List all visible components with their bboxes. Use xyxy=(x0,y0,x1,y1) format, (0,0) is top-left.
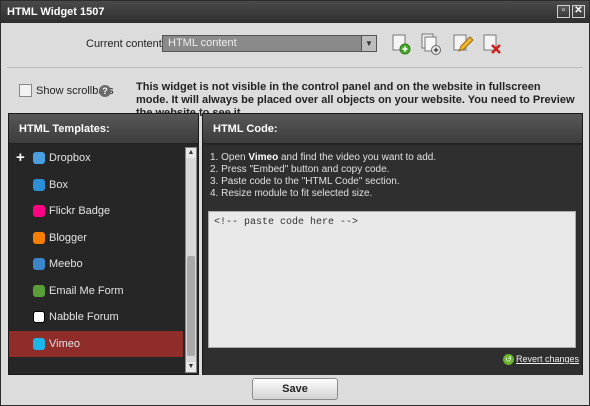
dropbox-icon xyxy=(33,152,45,164)
chevron-down-icon[interactable]: ▼ xyxy=(361,36,376,51)
content-select-value: HTML content xyxy=(168,37,237,49)
blogger-icon xyxy=(33,231,45,244)
box-icon xyxy=(33,178,45,191)
template-item[interactable]: Blogger xyxy=(9,225,183,251)
template-item-label: Box xyxy=(49,178,68,191)
add-page-icon[interactable] xyxy=(390,33,412,55)
template-item[interactable]: Vimeo xyxy=(9,330,183,357)
close-button[interactable]: ✕ xyxy=(572,5,585,18)
template-item-label: Blogger xyxy=(49,231,87,244)
code-panel-body: 1. Open Vimeo and find the video you wan… xyxy=(203,145,582,375)
step-2: 2. Press "Embed" button and copy code. xyxy=(210,164,390,175)
vimeo-icon xyxy=(33,337,45,350)
template-item[interactable]: Box xyxy=(9,172,183,198)
template-item-label: Dropbox xyxy=(49,152,91,164)
instructions: 1. Open Vimeo and find the video you wan… xyxy=(210,152,436,200)
template-item[interactable]: Flickr Badge xyxy=(9,198,183,224)
template-item-label: Nabble Forum xyxy=(49,311,119,323)
code-panel: HTML Code: 1. Open Vimeo and find the vi… xyxy=(202,113,583,375)
meebo-icon xyxy=(33,258,45,270)
templates-panel: HTML Templates: + Dropbox Box Flickr Badge B… xyxy=(8,113,199,375)
step-1: 1. Open Vimeo and find the video you wan… xyxy=(210,152,436,164)
scroll-up-button[interactable]: ▲ xyxy=(186,148,196,158)
title-bar[interactable]: HTML Widget 1507 ▫ ✕ xyxy=(1,1,589,23)
email-form-icon xyxy=(33,284,45,297)
save-button[interactable]: Save xyxy=(252,378,338,400)
duplicate-page-icon[interactable] xyxy=(420,33,442,55)
step-3: 3. Paste code to the "HTML Code" section… xyxy=(210,176,400,187)
help-icon[interactable]: ? xyxy=(99,85,111,97)
minimize-button[interactable]: ▫ xyxy=(557,5,570,18)
templates-list: + Dropbox Box Flickr Badge Blogger Meebo Email… xyxy=(9,145,183,375)
widget-dialog: HTML Widget 1507 ▫ ✕ Current content: HT… xyxy=(0,0,590,406)
edit-page-icon[interactable] xyxy=(451,33,473,55)
scroll-thumb[interactable] xyxy=(187,256,195,356)
expand-icon[interactable]: + xyxy=(16,145,25,171)
nabble-icon xyxy=(33,311,45,323)
revert-changes-link[interactable]: ↺ Revert changes xyxy=(503,354,579,365)
step-1-service: Vimeo xyxy=(248,152,279,163)
templates-scrollbar[interactable]: ▲ ▼ xyxy=(185,147,197,373)
template-item-label: Meebo xyxy=(49,258,83,270)
template-item[interactable]: Meebo xyxy=(9,251,183,277)
show-scrollbars-checkbox[interactable] xyxy=(19,84,32,97)
template-item[interactable]: Nabble Forum xyxy=(9,304,183,330)
template-item-label: Email Me Form xyxy=(49,284,124,297)
step-4: 4. Resize module to fit selected size. xyxy=(210,188,373,199)
content-select[interactable]: HTML content ▼ xyxy=(162,35,377,52)
templates-heading: HTML Templates: xyxy=(9,114,198,144)
html-code-input[interactable]: <!-- paste code here --> xyxy=(208,211,576,348)
template-item[interactable]: Email Me Form xyxy=(9,278,183,304)
divider xyxy=(7,67,583,68)
revert-icon: ↺ xyxy=(503,354,514,365)
template-item[interactable]: + Dropbox xyxy=(9,145,183,171)
window-controls: ▫ ✕ xyxy=(557,5,585,18)
step-1-rest: and find the video you want to add. xyxy=(278,152,437,163)
revert-label: Revert changes xyxy=(516,354,580,364)
step-1-text: 1. Open xyxy=(210,152,249,163)
window-title: HTML Widget 1507 xyxy=(7,6,105,18)
code-heading: HTML Code: xyxy=(203,114,582,144)
scroll-down-button[interactable]: ▼ xyxy=(186,362,196,372)
content-label: Current content: xyxy=(86,38,165,50)
template-item-label: Vimeo xyxy=(49,337,80,350)
flickr-icon xyxy=(33,205,45,217)
delete-page-icon[interactable] xyxy=(481,33,503,55)
template-item-label: Flickr Badge xyxy=(49,205,111,217)
